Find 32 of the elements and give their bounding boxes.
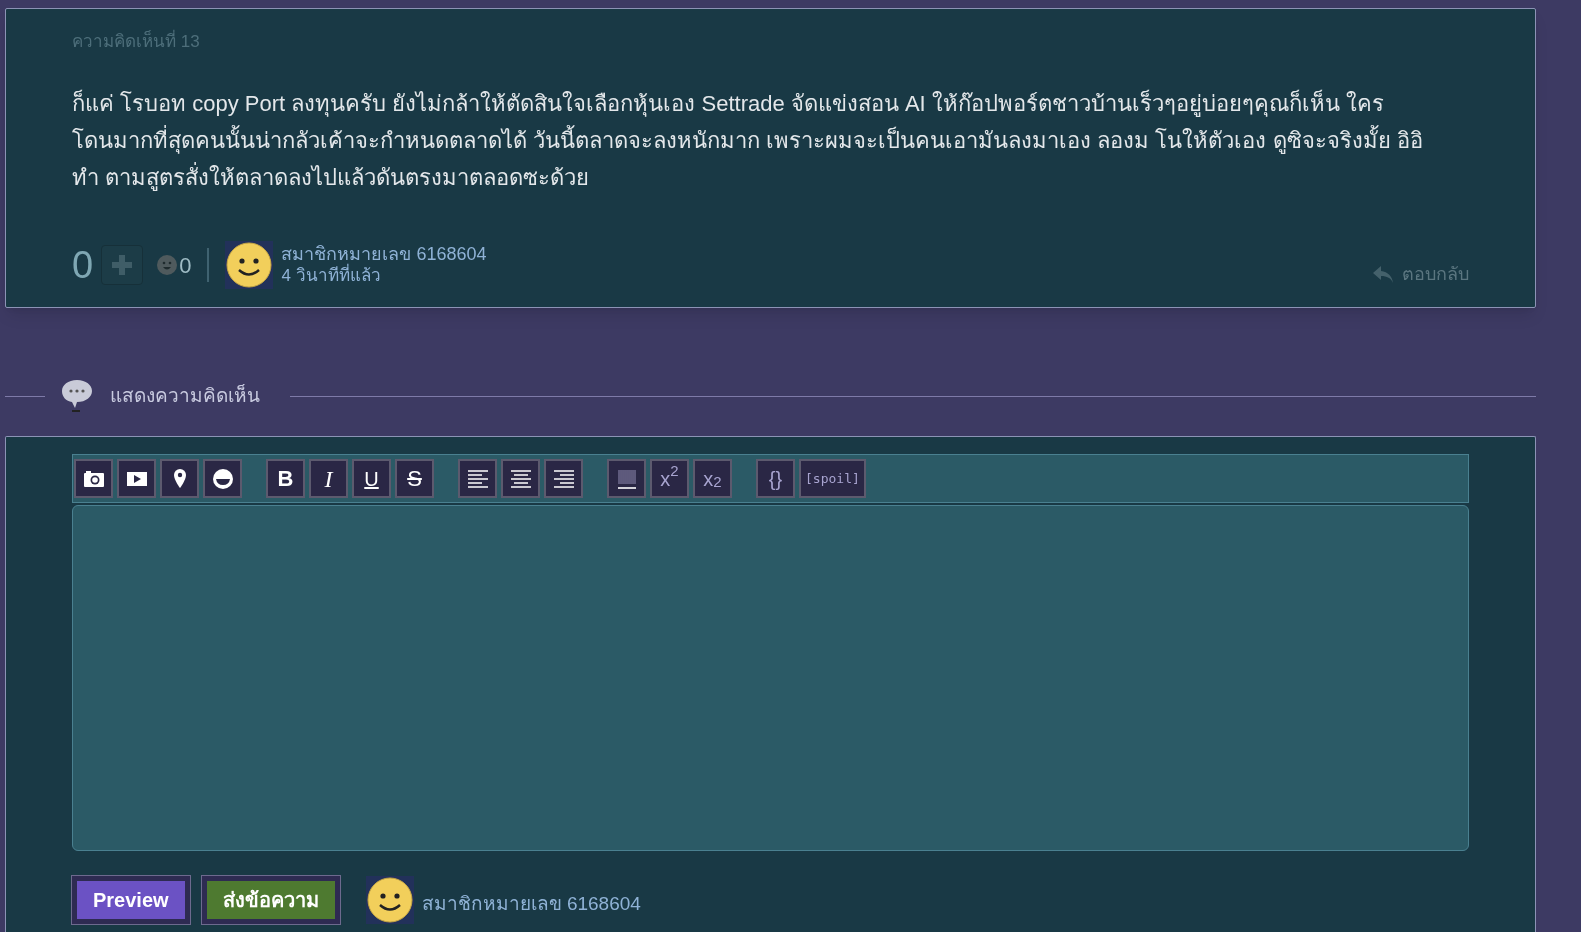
section-title: แสดงความคิดเห็น xyxy=(110,383,260,408)
format-button[interactable]: B xyxy=(266,459,305,498)
avatar-smiley-icon xyxy=(225,241,274,289)
format-button[interactable]: I xyxy=(309,459,348,498)
preview-button[interactable]: Preview xyxy=(72,876,190,924)
toolbar-button[interactable] xyxy=(74,459,113,498)
format-button[interactable]: x$^{2}$ xyxy=(650,459,689,498)
toolbar-button[interactable] xyxy=(544,459,583,498)
post-time: 4 วินาทีที่แล้ว xyxy=(281,265,487,286)
format-button[interactable]: [spoil] xyxy=(799,459,866,498)
comment-text: ก็แค่ โรบอท copy Port ลงทุนครับ ยังไม่กล้าให้ตัดสินใจเลือกหุ้นเอง Settrade จัดแข่งสอน AI ให้ก๊อปพอร์ตชาวบ้านเร็วๆอยู่บ่อยๆคุณก็เห็น ใคร โดนมากที่สุดคนนั้นน่ากลัวเค้าจะกำหนดตลาดได้ วันนี้ตลาดจะลงหนักมาก เพราะผมจะเป็นคนเอามันลงมาเอง ลองม โนให้ตัวเอง ดูซิจะจริงมั้ย อิอิ ทำ ตามสูตรสั่งให้ตลาดลงไปแล้วดันตรงมาตลอดซะด้วย xyxy=(72,88,1424,193)
reply-arrow-icon xyxy=(1372,264,1394,284)
comment-input[interactable] xyxy=(72,505,1469,851)
format-button[interactable]: S xyxy=(395,459,434,498)
toolbar-button[interactable] xyxy=(458,459,497,498)
submit-button[interactable]: ส่งข้อความ xyxy=(201,876,340,924)
format-button[interactable]: U xyxy=(352,459,391,498)
vote-score: 0 xyxy=(72,246,94,284)
author-link[interactable]: สมาชิกหมายเลข 6168604 xyxy=(281,244,487,265)
avatar-smiley-icon xyxy=(365,876,414,924)
format-button[interactable]: x$_{2}$ xyxy=(693,459,732,498)
speech-bubble-icon xyxy=(60,378,94,414)
toolbar-button[interactable] xyxy=(203,459,242,498)
toolbar-button[interactable] xyxy=(501,459,540,498)
author-name: สมาชิกหมายเลข 6168604 xyxy=(421,891,641,916)
plus-icon xyxy=(110,253,135,277)
reaction-count: 0 xyxy=(179,251,192,280)
toolbar-button[interactable] xyxy=(160,459,199,498)
face-icon xyxy=(157,255,178,275)
toolbar-button[interactable] xyxy=(607,459,646,498)
format-button[interactable]: {} xyxy=(756,459,795,498)
toolbar-button[interactable] xyxy=(117,459,156,498)
